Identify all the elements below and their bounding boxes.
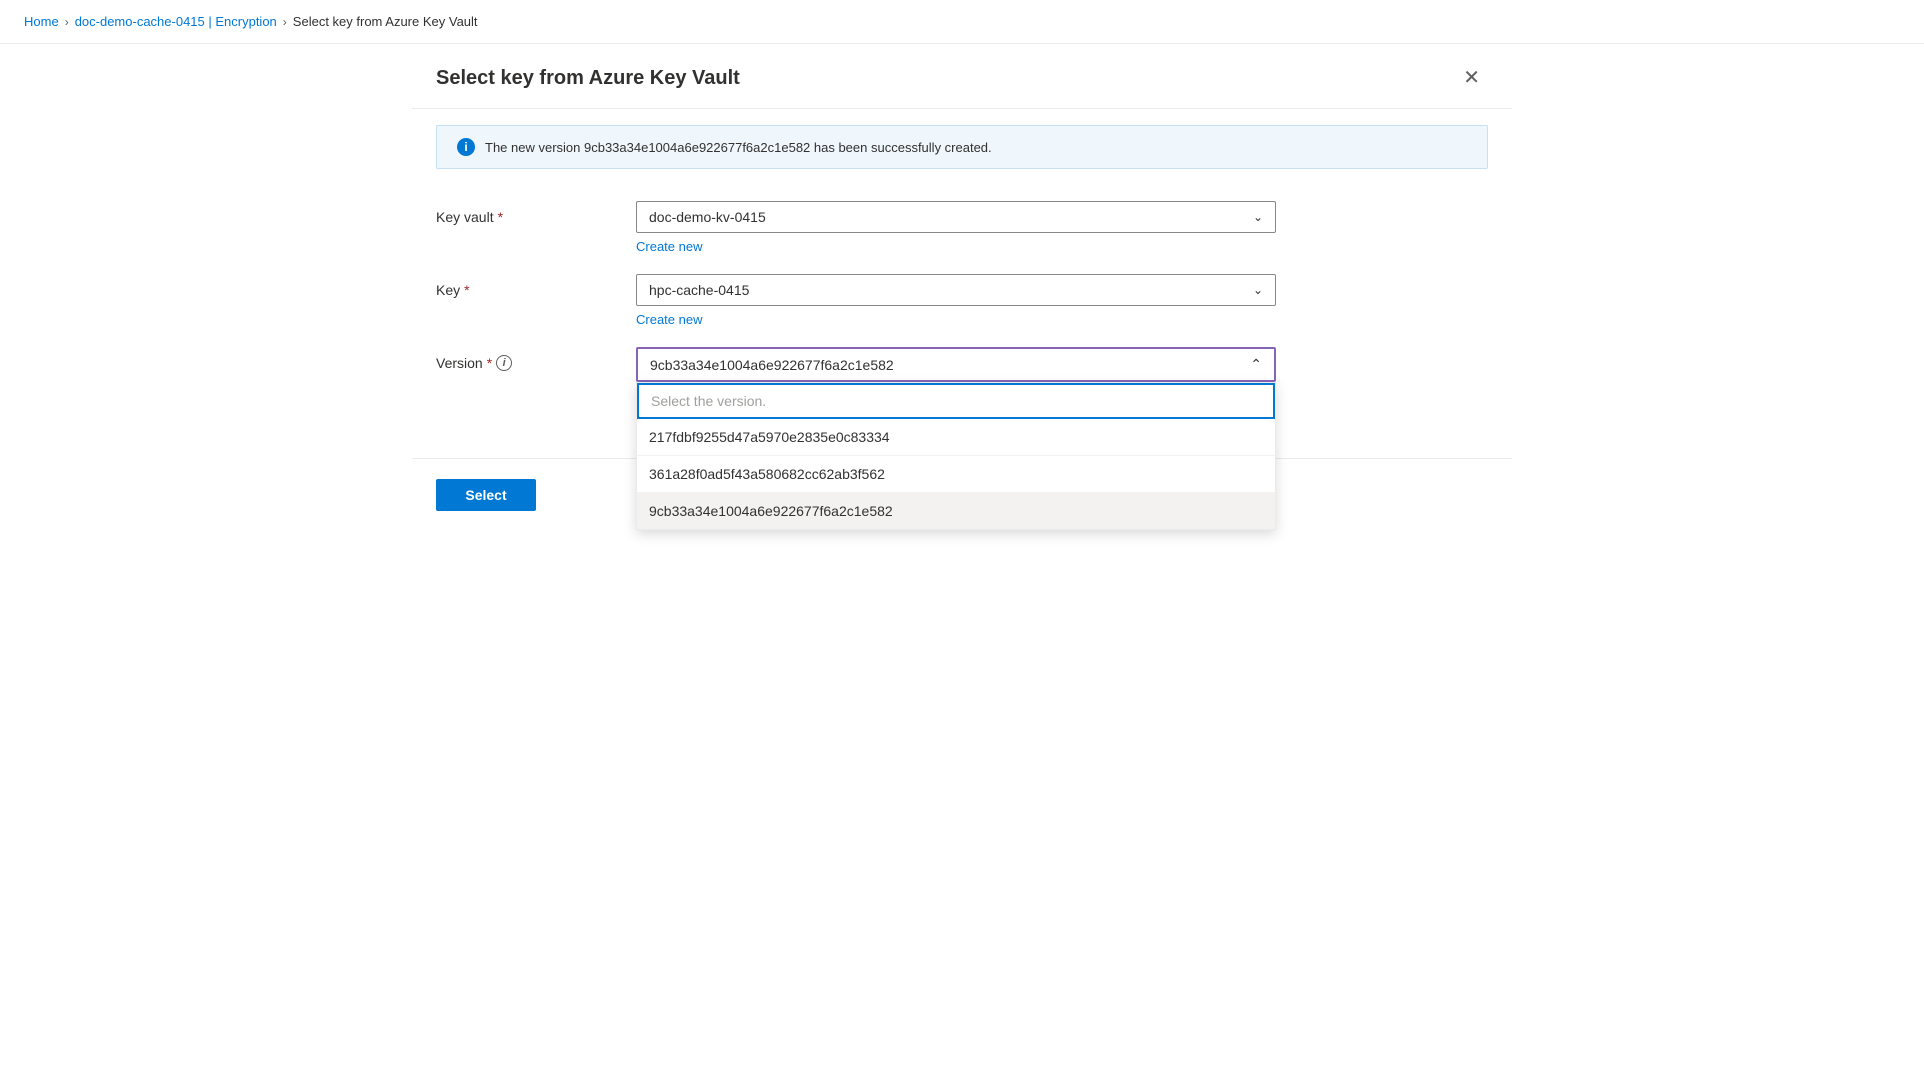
key-chevron-icon: ⌄ [1253, 283, 1263, 297]
version-dropdown-container: 9cb33a34e1004a6e922677f6a2c1e582 ⌃ 217fd… [636, 347, 1276, 382]
close-button[interactable]: ✕ [1455, 64, 1488, 92]
breadcrumb: Home › doc-demo-cache-0415 | Encryption … [0, 0, 1924, 44]
breadcrumb-current: Select key from Azure Key Vault [293, 14, 478, 29]
key-vault-create-new[interactable]: Create new [636, 239, 702, 254]
version-option-3[interactable]: 9cb33a34e1004a6e922677f6a2c1e582 [637, 493, 1275, 529]
version-row: Version * i 9cb33a34e1004a6e922677f6a2c1… [436, 347, 1488, 382]
key-dropdown[interactable]: hpc-cache-0415 ⌄ [636, 274, 1276, 306]
version-option-2[interactable]: 361a28f0ad5f43a580682cc62ab3f562 [637, 456, 1275, 493]
key-control: hpc-cache-0415 ⌄ Create new [636, 274, 1276, 327]
version-label: Version * i [436, 347, 636, 371]
dialog-header: Select key from Azure Key Vault ✕ [412, 44, 1512, 109]
key-vault-control: doc-demo-kv-0415 ⌄ Create new [636, 201, 1276, 254]
breadcrumb-sep-2: › [283, 15, 287, 29]
key-vault-required: * [498, 209, 503, 225]
version-dropdown[interactable]: 9cb33a34e1004a6e922677f6a2c1e582 ⌃ [636, 347, 1276, 382]
breadcrumb-sep-1: › [65, 15, 69, 29]
version-required: * [487, 355, 492, 371]
version-value: 9cb33a34e1004a6e922677f6a2c1e582 [650, 357, 894, 373]
key-vault-dropdown[interactable]: doc-demo-kv-0415 ⌄ [636, 201, 1276, 233]
version-control: 9cb33a34e1004a6e922677f6a2c1e582 ⌃ 217fd… [636, 347, 1276, 382]
form-area: Key vault * doc-demo-kv-0415 ⌄ Create ne… [412, 185, 1512, 418]
key-vault-row: Key vault * doc-demo-kv-0415 ⌄ Create ne… [436, 201, 1488, 254]
key-vault-label: Key vault * [436, 201, 636, 225]
info-icon: i [457, 138, 475, 156]
version-info-icon[interactable]: i [496, 355, 512, 371]
key-vault-value: doc-demo-kv-0415 [649, 209, 766, 225]
key-row: Key * hpc-cache-0415 ⌄ Create new [436, 274, 1488, 327]
key-create-new[interactable]: Create new [636, 312, 702, 327]
key-required: * [464, 282, 469, 298]
version-search-input[interactable] [637, 383, 1275, 419]
dialog: Select key from Azure Key Vault ✕ i The … [412, 44, 1512, 531]
key-label: Key * [436, 274, 636, 298]
dialog-title: Select key from Azure Key Vault [436, 67, 740, 90]
info-banner: i The new version 9cb33a34e1004a6e922677… [436, 125, 1488, 169]
select-button[interactable]: Select [436, 479, 536, 511]
banner-message: The new version 9cb33a34e1004a6e922677f6… [485, 140, 992, 155]
version-chevron-up-icon: ⌃ [1250, 356, 1262, 373]
version-dropdown-popup: 217fdbf9255d47a5970e2835e0c83334 361a28f… [636, 382, 1276, 530]
version-option-1[interactable]: 217fdbf9255d47a5970e2835e0c83334 [637, 419, 1275, 456]
key-vault-chevron-icon: ⌄ [1253, 210, 1263, 224]
breadcrumb-encryption[interactable]: doc-demo-cache-0415 | Encryption [75, 14, 277, 29]
key-value: hpc-cache-0415 [649, 282, 749, 298]
breadcrumb-home[interactable]: Home [24, 14, 59, 29]
